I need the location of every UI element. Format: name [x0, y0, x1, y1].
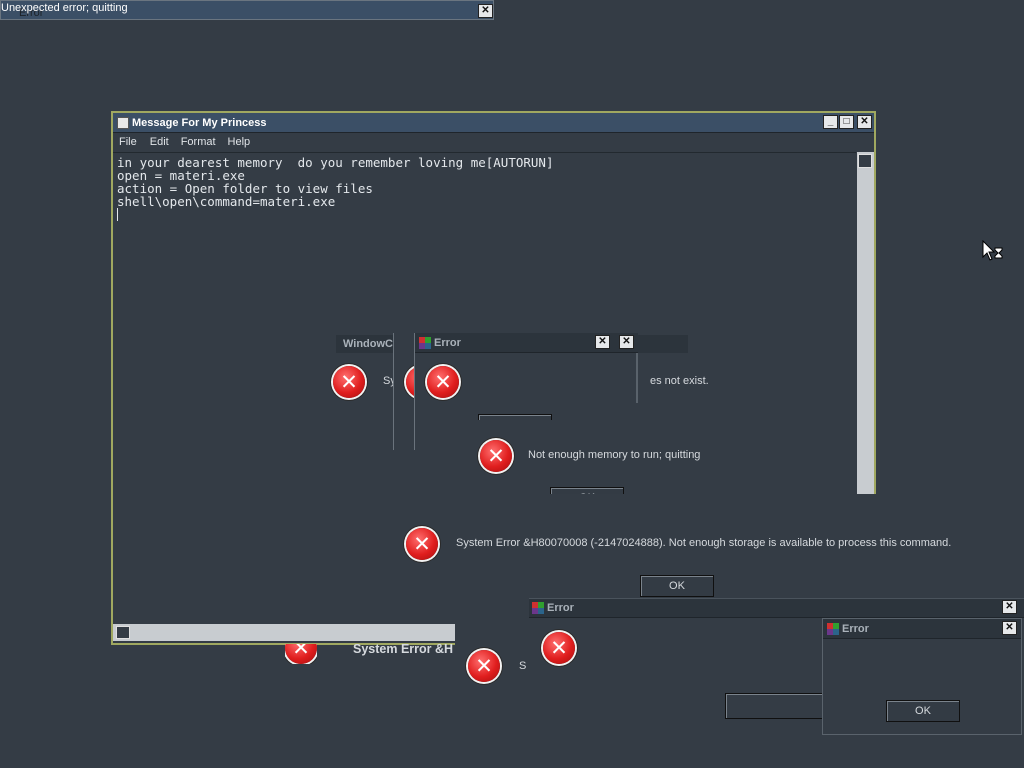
- text-line: shell\open\command=materi.exe: [117, 194, 336, 209]
- error-icon: ✕: [543, 632, 575, 664]
- system-error-fragment: System Error &H: [353, 642, 454, 656]
- error-icon: ✕: [427, 366, 459, 398]
- error-icon: ✕: [468, 650, 500, 682]
- menu-file[interactable]: File: [119, 136, 137, 148]
- menu-format[interactable]: Format: [181, 136, 216, 148]
- error-title: Error: [434, 336, 461, 349]
- close-button[interactable]: ✕: [595, 335, 610, 349]
- notepad-icon: [117, 116, 129, 129]
- error-title: Error: [547, 602, 574, 614]
- error-icon: ✕: [333, 366, 365, 398]
- error-titlebar[interactable]: Error ✕: [529, 599, 1024, 618]
- error2-message-fragment: S: [519, 660, 527, 672]
- app-icon: [532, 602, 544, 614]
- error-icon: ✕: [480, 440, 512, 472]
- error-dialog: Error ✕ OK: [822, 618, 1022, 735]
- error-icon: ✕: [406, 528, 438, 560]
- busy-cursor-icon: [982, 239, 1004, 262]
- minimize-button[interactable]: _: [823, 115, 838, 129]
- storage-error-message: System Error &H80070008 (-2147024888). N…: [456, 537, 952, 549]
- windowc-title: WindowC: [343, 338, 393, 350]
- window-title: Unexpected error; quitting: [1, 2, 128, 14]
- notepad-title: Message For My Princess: [132, 116, 267, 129]
- unexpected-error-window: Error Unexpected error; quitting ✕: [0, 0, 494, 20]
- error-titlebar[interactable]: Error ✕ ✕: [415, 333, 638, 353]
- text-cursor: [117, 208, 118, 221]
- close-button[interactable]: ✕: [478, 4, 493, 18]
- ok-button[interactable]: OK: [886, 700, 960, 722]
- app-icon: [419, 336, 431, 349]
- scroll-up-button[interactable]: [858, 154, 872, 168]
- memory-error-message: Not enough memory to run; quitting: [528, 449, 701, 461]
- error-title: Error: [842, 622, 869, 635]
- button-outline[interactable]: [725, 693, 825, 719]
- maximize-button[interactable]: □: [839, 115, 854, 129]
- close-button[interactable]: ✕: [1002, 600, 1017, 614]
- scroll-edge: [636, 353, 638, 403]
- close-button[interactable]: ✕: [857, 115, 872, 129]
- app-icon: [827, 622, 839, 635]
- close-button[interactable]: ✕: [1002, 621, 1017, 635]
- notepad-titlebar[interactable]: Message For My Princess _ □ ✕: [113, 113, 874, 133]
- storage-error-dialog: ✕ System Error &H80070008 (-2147024888).…: [391, 494, 1024, 614]
- menu-bar: File Edit Format Help: [113, 133, 874, 151]
- menu-help[interactable]: Help: [228, 136, 251, 148]
- menu-edit[interactable]: Edit: [150, 136, 169, 148]
- error-titlebar[interactable]: Error ✕: [823, 619, 1021, 639]
- memory-error-dialog: ✕ Not enough memory to run; quitting OK: [464, 420, 712, 509]
- windowc-message-right: es not exist.: [650, 375, 709, 387]
- scroll-left-button[interactable]: [116, 626, 130, 639]
- ok-button[interactable]: OK: [640, 575, 714, 597]
- close-button[interactable]: ✕: [619, 335, 634, 349]
